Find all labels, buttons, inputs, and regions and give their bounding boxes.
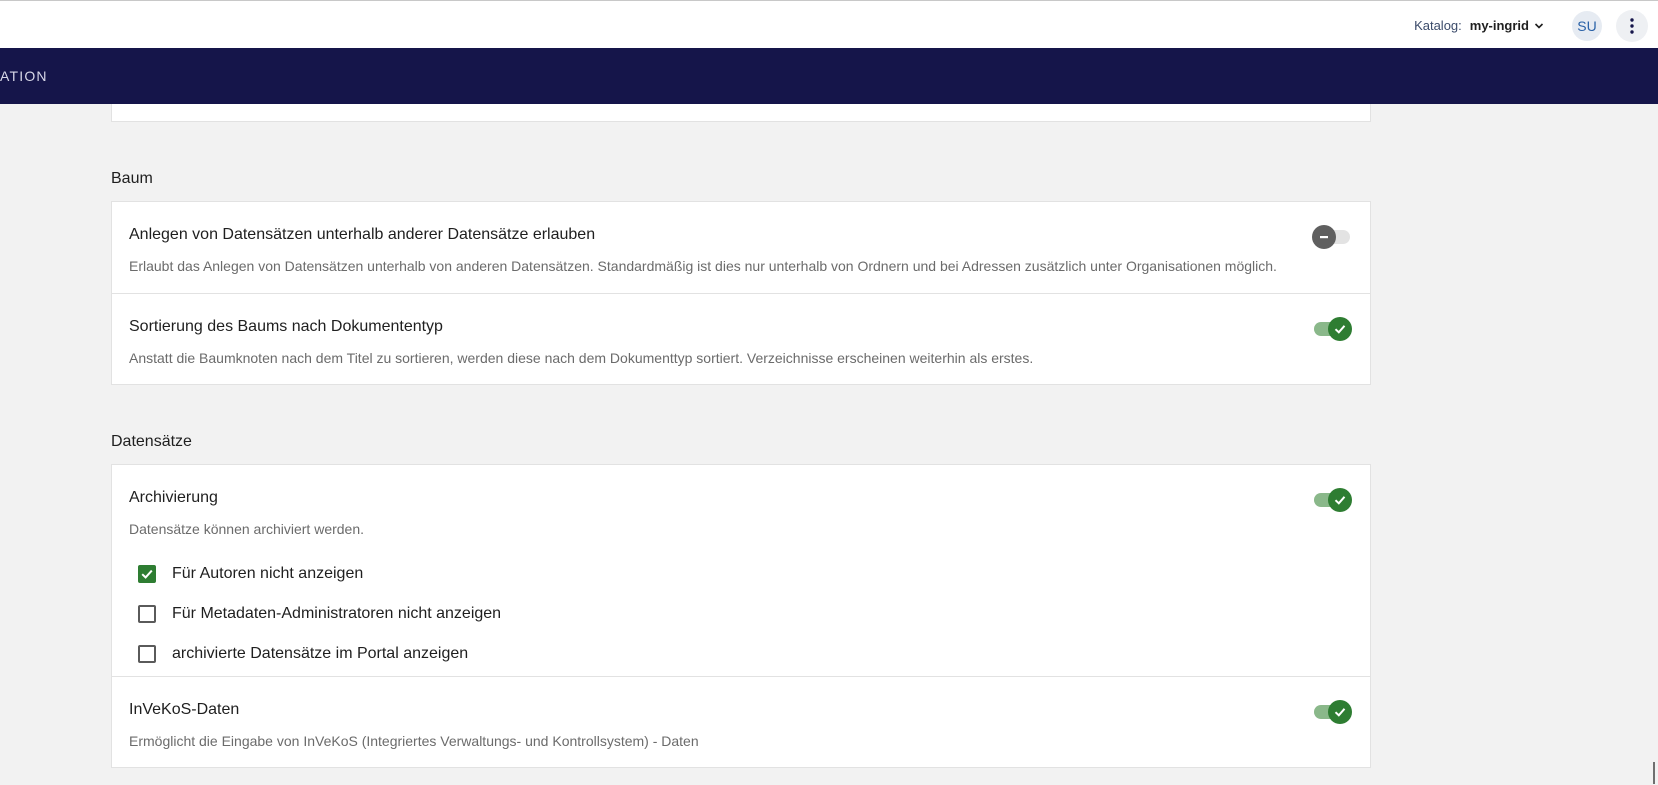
top-bar: Katalog: my-ingrid SU — [0, 0, 1658, 48]
setting-description: Datensätze können archiviert werden. — [129, 521, 365, 537]
setting-item-archivierung: Archivierung Datensätze können archivier… — [112, 465, 1370, 677]
avatar[interactable]: SU — [1572, 11, 1602, 41]
checkbox-row-hide-authors[interactable]: Für Autoren nicht anzeigen — [138, 565, 363, 583]
setting-title: InVeKoS-Daten — [129, 701, 240, 718]
more-vert-icon — [1630, 18, 1634, 34]
checkbox-label: Für Metadaten-Administratoren nicht anze… — [172, 605, 502, 622]
toggle-knob — [1328, 317, 1352, 341]
checkbox-label: Für Autoren nicht anzeigen — [172, 565, 364, 582]
checkbox-hide-authors[interactable] — [138, 565, 156, 583]
main-navigation: ATION — [0, 48, 1658, 104]
catalog-label: Katalog: — [1414, 18, 1462, 33]
catalog-value[interactable]: my-ingrid — [1470, 18, 1529, 33]
check-icon — [1334, 496, 1346, 505]
check-icon — [1334, 708, 1346, 717]
toggle-child-datasets[interactable] — [1312, 225, 1350, 249]
setting-title: Archivierung — [129, 489, 218, 506]
setting-description: Ermöglicht die Eingabe von InVeKoS (Inte… — [129, 733, 699, 749]
checkbox-label: archivierte Datensätze im Portal anzeige… — [172, 645, 469, 662]
card-baum: Anlegen von Datensätzen unterhalb andere… — [111, 201, 1371, 385]
checkbox-row-show-in-portal[interactable]: archivierte Datensätze im Portal anzeige… — [138, 645, 468, 663]
setting-item-sort-by-doctype: Sortierung des Baums nach Dokumententyp … — [112, 294, 1370, 385]
scrollbar-thumb[interactable] — [1653, 762, 1655, 784]
catalog-selector[interactable]: Katalog: my-ingrid — [1414, 18, 1544, 33]
checkbox-show-in-portal[interactable] — [138, 645, 156, 663]
setting-title: Anlegen von Datensätzen unterhalb andere… — [129, 226, 596, 243]
checkbox-hide-md-admins[interactable] — [138, 605, 156, 623]
section-title-baum: Baum — [111, 170, 153, 187]
previous-card — [111, 104, 1371, 122]
nav-item-label[interactable]: ATION — [0, 68, 48, 84]
setting-item-invekos: InVeKoS-Daten Ermöglicht die Eingabe von… — [112, 677, 1370, 768]
check-icon — [1334, 325, 1346, 334]
check-icon — [141, 569, 153, 579]
toggle-archivierung[interactable] — [1314, 488, 1352, 512]
setting-item-child-datasets: Anlegen von Datensätzen unterhalb andere… — [112, 202, 1370, 294]
setting-title: Sortierung des Baums nach Dokumententyp — [129, 318, 443, 335]
toggle-knob — [1328, 700, 1352, 724]
checkbox-row-hide-md-admins[interactable]: Für Metadaten-Administratoren nicht anze… — [138, 605, 501, 623]
toggle-invekos[interactable] — [1314, 700, 1352, 724]
setting-description: Erlaubt das Anlegen von Datensätzen unte… — [129, 258, 1277, 274]
more-menu-button[interactable] — [1616, 10, 1648, 42]
card-datensaetze: Archivierung Datensätze können archivier… — [111, 464, 1371, 768]
toggle-knob — [1328, 488, 1352, 512]
minus-icon — [1320, 236, 1328, 239]
setting-description: Anstatt die Baumknoten nach dem Titel zu… — [129, 350, 1034, 366]
section-title-datensaetze: Datensätze — [111, 433, 192, 450]
toggle-sort-by-doctype[interactable] — [1314, 317, 1352, 341]
toggle-knob — [1312, 225, 1336, 249]
chevron-down-icon[interactable] — [1534, 21, 1544, 31]
